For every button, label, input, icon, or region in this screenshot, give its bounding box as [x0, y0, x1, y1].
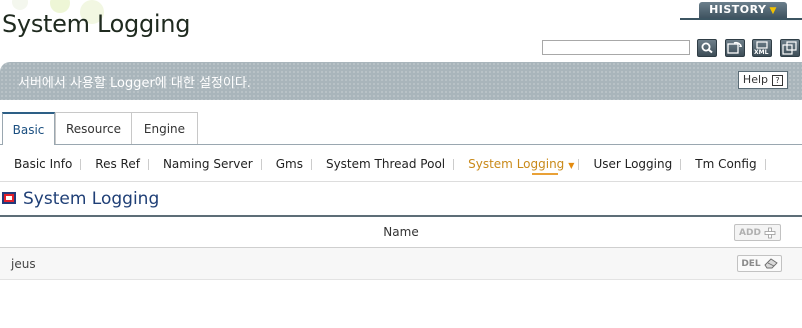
svg-text:XML: XML: [754, 49, 769, 55]
plus-icon: [764, 227, 776, 238]
column-header-name: Name: [383, 225, 419, 239]
chevron-down-icon: ▼: [769, 6, 777, 16]
refresh-button[interactable]: [725, 39, 745, 57]
tab-engine[interactable]: Engine: [131, 112, 198, 144]
eraser-icon: [764, 258, 778, 269]
description-banner: 서버에서 사용할 Logger에 대한 설정이다. Help ?: [0, 62, 802, 100]
history-button[interactable]: HISTORY ▼: [699, 2, 787, 18]
subnav-divider: [764, 158, 766, 170]
help-icon: ?: [772, 74, 783, 86]
subnav-system-logging-label: System Logging: [468, 157, 565, 171]
subnav-user-logging[interactable]: User Logging: [579, 157, 680, 171]
sub-navigation: Basic Info Res Ref Naming Server Gms Sys…: [0, 154, 766, 175]
tab-underline: [0, 144, 802, 145]
banner-text: 서버에서 사용할 Logger에 대한 설정이다.: [18, 76, 251, 91]
subnav-gms[interactable]: Gms: [262, 157, 311, 171]
add-button[interactable]: ADD: [734, 224, 781, 241]
table-header: Name ADD: [0, 215, 802, 248]
chevron-down-icon: ▼: [568, 161, 575, 170]
table-row[interactable]: jeus DEL: [0, 248, 802, 280]
section-icon: [2, 192, 16, 204]
row-name-cell: jeus: [11, 257, 36, 271]
add-label: ADD: [739, 227, 761, 238]
subnav-res-ref[interactable]: Res Ref: [81, 157, 148, 171]
refresh-icon: [727, 41, 742, 54]
delete-button[interactable]: DEL: [737, 255, 782, 272]
subnav-basic-info[interactable]: Basic Info: [0, 157, 80, 171]
search-icon: [701, 42, 713, 54]
subnav-naming-server[interactable]: Naming Server: [149, 157, 261, 171]
subnav-system-logging[interactable]: System Logging ▼: [454, 157, 578, 175]
help-button[interactable]: Help ?: [737, 71, 788, 89]
tab-bar: Basic Resource Engine: [0, 112, 802, 145]
export-icon: [782, 41, 797, 55]
export-button[interactable]: [780, 39, 800, 57]
search-button[interactable]: [697, 39, 717, 57]
section-title: System Logging: [23, 189, 160, 209]
help-label: Help: [742, 73, 768, 86]
delete-label: DEL: [741, 258, 761, 269]
tab-resource[interactable]: Resource: [55, 112, 132, 144]
subnav-system-thread-pool[interactable]: System Thread Pool: [312, 157, 453, 171]
xml-button[interactable]: XML: [752, 39, 772, 57]
logging-table: Name ADD jeus DEL: [0, 215, 802, 280]
subnav-tm-config[interactable]: Tm Config: [681, 157, 764, 171]
subnav-bottom-border: [0, 181, 802, 182]
page-title: System Logging: [2, 10, 191, 38]
tab-basic[interactable]: Basic: [2, 112, 55, 145]
xml-icon: XML: [754, 41, 769, 55]
history-underline: [680, 18, 802, 20]
search-input[interactable]: [542, 40, 690, 55]
history-label: HISTORY: [709, 3, 767, 16]
